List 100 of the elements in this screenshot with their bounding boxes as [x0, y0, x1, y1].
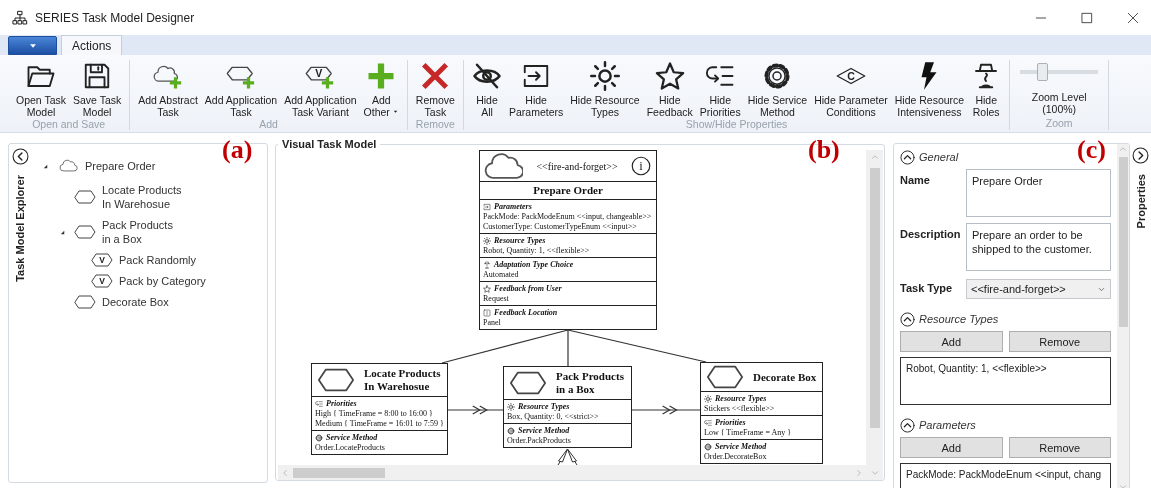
section-title: Adaptation Type Choice [494, 260, 574, 270]
task-node[interactable]: Pack Products in a Box Resource Types Box, Quantity: 0, <<strict>> Service Method Order.PackProducts [503, 366, 632, 448]
action-button[interactable]: Remove [1008, 331, 1111, 352]
collapse-icon[interactable] [11, 148, 29, 165]
hat-figure-icon [483, 261, 491, 269]
plus-icon [366, 61, 397, 91]
section-line: Order.PackProducts [507, 436, 572, 446]
section-line: PackMode: PackModeEnum <<input, changeable>> [483, 212, 653, 222]
section-line: Order.LocateProducts [315, 443, 386, 453]
section-title: General [919, 151, 959, 163]
panel-title: Properties [1134, 174, 1147, 229]
text-field[interactable]: Prepare Order [966, 169, 1111, 217]
task-node[interactable]: Locate Products In Warehosue Priorities High { TimeFrame = 8:00 to 16:00 } Medium { TimeFrame = 16:01 to 7:59 } Service Method Order.LocateProducts [311, 363, 448, 455]
ribbon-button[interactable]: Add Application Task [201, 60, 281, 118]
app-menu-button[interactable] [8, 36, 57, 55]
sequence-arrow [447, 405, 504, 415]
ribbon-button[interactable]: Hide All [468, 60, 505, 118]
ribbon-button[interactable]: C Hide Parameter Conditions [811, 60, 891, 118]
sun-icon [704, 395, 712, 403]
expand-icon[interactable] [1132, 147, 1149, 164]
slider-thumb[interactable] [1036, 63, 1048, 81]
star-icon [654, 61, 685, 91]
tree-item-label[interactable]: Prepare Order [85, 159, 156, 173]
ribbon-button[interactable]: Hide Priorities [696, 60, 744, 118]
hexagon-icon [316, 368, 356, 392]
hexagon-icon [74, 295, 96, 309]
tree-item-label[interactable]: Decorate Box [102, 295, 169, 309]
ribbon-button[interactable]: Hide Resource Types [567, 60, 643, 118]
ribbon-button[interactable]: Save Task Model [70, 60, 125, 118]
collapse-icon[interactable] [900, 149, 915, 165]
ribbon-button[interactable]: Add Other [360, 60, 402, 119]
field-label: Name [900, 173, 931, 186]
stereotype-label: <<fire-and-forget>> [536, 160, 618, 172]
action-button[interactable]: Add [900, 331, 1003, 352]
dropdown[interactable]: <<fire-and-forget>> [966, 279, 1111, 299]
section-line: Robot, Quantity: 1, <<flexible>> [483, 246, 591, 256]
field-label: Task Type [900, 281, 954, 294]
ribbon-tab[interactable]: Actions [61, 35, 123, 55]
section-line: Box, Quantity: 0, <<strict>> [507, 412, 600, 422]
ribbon-button[interactable]: Hide Feedback [643, 60, 696, 118]
ribbon-button[interactable]: Add Abstract Task [135, 60, 201, 118]
sun-icon [507, 403, 515, 411]
task-name: Prepare Order [480, 182, 656, 200]
section-line: High { TimeFrame = 8:00 to 16:00 } [315, 409, 434, 419]
scrollbar[interactable] [866, 150, 883, 465]
section-line: Stickers <<flexible>> [704, 404, 776, 414]
group-label: Add [258, 118, 279, 132]
gear-icon [507, 427, 515, 435]
task-node[interactable]: Decorate Box Resource Types Stickers <<flexible>> Priorities Low { TimeFrame = Any } Service Method Order.DecorateBox [700, 362, 823, 464]
eye-slash-icon [471, 61, 502, 91]
group-label: Zoom [1044, 117, 1074, 130]
ribbon-button[interactable]: Hide Service Method [744, 60, 811, 118]
section-title: Feedback from User [494, 284, 562, 294]
collapse-icon[interactable] [900, 311, 915, 327]
app-icon [12, 9, 28, 26]
action-button[interactable]: Add [900, 437, 1003, 458]
scrollbar-thumb[interactable] [869, 168, 880, 428]
task-name: Locate Products In Warehosue [364, 366, 441, 394]
list-box[interactable]: Robot, Quantity: 1, <<flexible>> [900, 357, 1111, 405]
hexagon-icon: V [91, 274, 113, 288]
ribbon-button[interactable]: Hide Roles [968, 60, 1005, 118]
tree-item-label[interactable]: Locate Products In Warehosue [102, 183, 182, 211]
ribbon-button[interactable]: Hide Resource Intensiveness [891, 60, 968, 118]
ribbon-button[interactable]: Open Task Model [13, 60, 69, 118]
action-button[interactable]: Remove [1008, 437, 1111, 458]
list-item[interactable]: PackMode: PackModeEnum <<input, chang [906, 468, 1105, 482]
scroll-left-icon[interactable] [280, 467, 290, 478]
scroll-right-icon[interactable] [854, 467, 864, 478]
scrollbar[interactable] [278, 465, 866, 480]
collapse-icon[interactable] [900, 417, 915, 433]
tree-item-label[interactable]: Pack by Category [119, 274, 206, 288]
scrollbar-thumb[interactable] [1118, 157, 1128, 327]
scrollbar-thumb[interactable] [293, 467, 385, 478]
tree-item-label[interactable]: Pack Randomly [119, 253, 197, 267]
scroll-up-icon[interactable] [1118, 144, 1128, 154]
scrollbar[interactable] [1117, 144, 1129, 488]
cross-icon [420, 61, 451, 91]
alert-box-icon [483, 309, 491, 317]
zoom-level-label: Zoom Level (100%) [1031, 91, 1087, 115]
star-icon [483, 285, 491, 293]
ribbon-button[interactable]: Hide Parameters [505, 60, 567, 118]
annotation-label: (a) [222, 136, 253, 164]
sequence-arrow [631, 405, 701, 415]
hexagon-icon [74, 190, 96, 204]
section-line: Low { TimeFrame = Any } [704, 428, 793, 438]
tree-item-label[interactable]: Pack Products in a Box [102, 218, 173, 246]
list-box[interactable]: PackMode: PackModeEnum <<input, chang [900, 463, 1111, 488]
group-label: Show/Hide Properties [684, 118, 789, 131]
section-title: Resource Types [919, 313, 999, 325]
annotation-label: (c) [1077, 136, 1106, 164]
task-node[interactable] [479, 150, 657, 330]
window-title: SERIES Task Model Designer [35, 10, 195, 25]
hexagon-icon [74, 225, 96, 239]
scroll-up-icon[interactable] [869, 152, 880, 162]
list-item[interactable]: Robot, Quantity: 1, <<flexible>> [906, 362, 1105, 376]
ribbon-button[interactable]: V Add Application Task Variant [281, 60, 360, 118]
section-title: Parameters [494, 202, 532, 212]
ribbon-button[interactable]: Remove Task [412, 60, 458, 118]
text-field[interactable]: Prepare an order to be shipped to the customer. [966, 223, 1111, 271]
info-icon[interactable]: i [631, 156, 651, 176]
